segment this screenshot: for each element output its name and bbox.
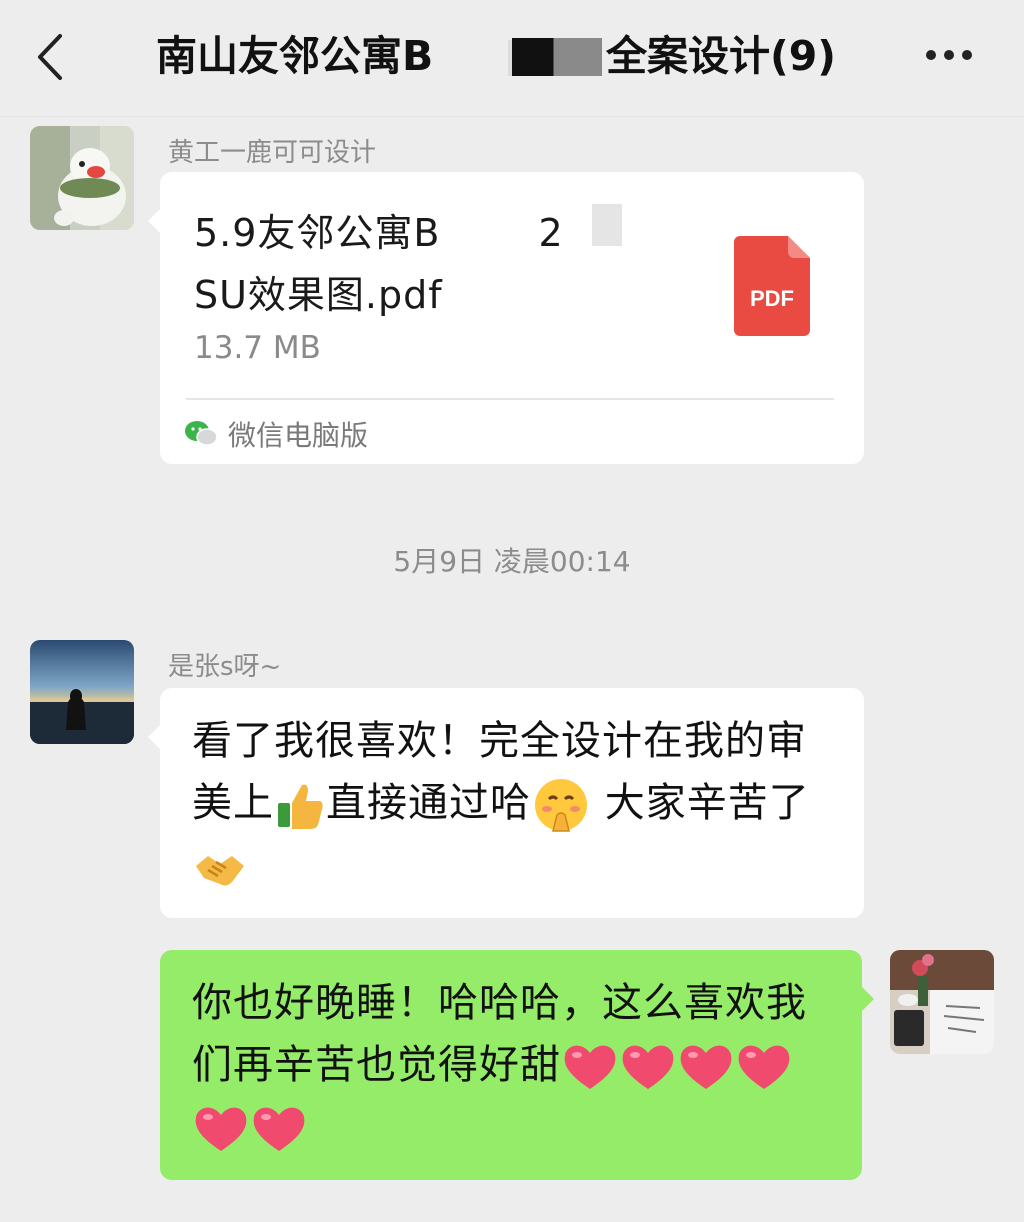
heart-emoji <box>738 1045 790 1089</box>
sender-name: 黄工一鹿可可设计 <box>168 138 377 168</box>
wechat-icon <box>185 421 218 446</box>
pdf-file-icon: PDF <box>734 236 810 336</box>
thumbs-up-emoji <box>278 784 323 829</box>
more-icon[interactable] <box>920 50 976 64</box>
chat-timestamp: 5月9日 凌晨00:14 <box>393 545 631 578</box>
heart-emoji <box>680 1045 732 1089</box>
message-text: 看了我很喜欢！完全设计在我的审美上 直接通过哈 大家辛苦了 <box>192 710 842 897</box>
file-source: 微信电脑版 <box>228 419 369 452</box>
handshake-emoji <box>196 856 244 886</box>
redaction-mark <box>592 204 622 246</box>
message-text-part: 大家辛苦了 <box>591 780 810 826</box>
chat-title: 南山友邻公寓B 全案设计(9) <box>150 26 874 86</box>
file-message-bubble[interactable]: 5.9友邻公寓B 2 SU效果图.pdf 13.7 MB PDF 微信电脑版 <box>148 172 864 464</box>
chat-title-start: 南山友邻公寓B <box>156 32 434 80</box>
text-message-bubble[interactable]: 看了我很喜欢！完全设计在我的审美上 直接通过哈 大家辛苦了 <box>148 688 864 918</box>
chat-title-end: 全案设计(9) <box>606 32 837 80</box>
avatar[interactable] <box>890 950 994 1054</box>
back-arrow-icon[interactable] <box>30 30 74 84</box>
avatar[interactable] <box>30 640 134 744</box>
heart-emoji <box>564 1045 616 1089</box>
pdf-label: PDF <box>750 286 794 311</box>
avatar-desk-image <box>890 950 994 1054</box>
file-size: 13.7 MB <box>194 330 321 366</box>
heart-emoji <box>253 1107 305 1151</box>
message-text: 你也好晚睡！哈哈哈，这么喜欢我们再辛苦也觉得好甜 <box>192 972 842 1158</box>
sender-name: 是张s呀~ <box>168 652 282 682</box>
message-text-part: 直接通过哈 <box>326 780 531 826</box>
file-name-line1: 5.9友邻公寓B <box>194 211 441 255</box>
heart-emoji <box>622 1045 674 1089</box>
shy-face-emoji <box>535 779 587 832</box>
file-name-line1-tail: 2 <box>538 211 564 255</box>
file-name-line2: SU效果图.pdf <box>194 273 443 317</box>
chat-header: 南山友邻公寓B 全案设计(9) <box>0 0 1024 117</box>
avatar-bird-image <box>30 126 134 230</box>
avatar[interactable] <box>30 126 134 230</box>
redaction-mark <box>512 38 602 76</box>
divider <box>186 398 834 400</box>
avatar-sunset-image <box>30 640 134 744</box>
heart-emoji <box>195 1107 247 1151</box>
text-message-bubble-outgoing[interactable]: 你也好晚睡！哈哈哈，这么喜欢我们再辛苦也觉得好甜 <box>160 950 874 1180</box>
